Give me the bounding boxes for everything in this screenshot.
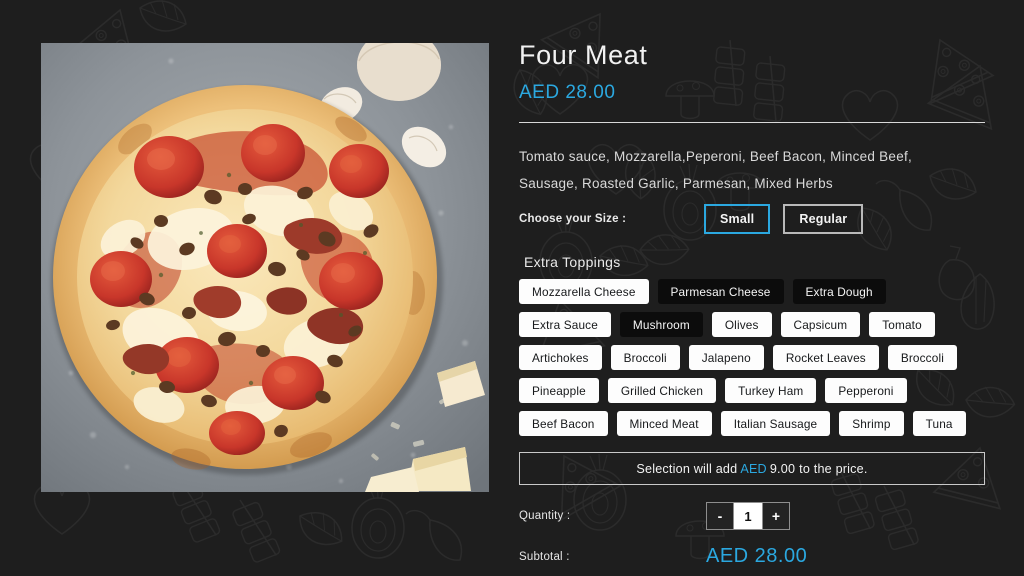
quantity-stepper[interactable]: - 1 + (706, 502, 790, 530)
selection-note-currency: AED (740, 461, 767, 476)
extra-toppings-list: Mozzarella Cheese Parmesan Cheese Extra Do… (519, 279, 985, 436)
topping-chip[interactable]: Rocket Leaves (772, 345, 879, 370)
quantity-decrement-button[interactable]: - (707, 503, 733, 529)
size-label: Choose your Size : (519, 213, 627, 225)
topping-chip[interactable]: Italian Sausage (720, 411, 831, 436)
selection-note-prefix: Selection will add (636, 461, 738, 476)
topping-chip[interactable]: Beef Bacon (519, 411, 608, 436)
topping-chip[interactable]: Tomato (869, 312, 935, 337)
subtotal-label: Subtotal : (519, 550, 570, 563)
topping-chip[interactable]: Tuna (912, 411, 966, 436)
topping-chip[interactable]: Shrimp (839, 411, 904, 436)
topping-chip[interactable]: Broccoli (610, 345, 680, 370)
page-title: Four Meat (519, 40, 648, 70)
topping-chip[interactable]: Mozzarella Cheese (519, 279, 649, 304)
topping-chip[interactable]: Pepperoni (825, 378, 907, 403)
subtotal-value: AED 28.00 (706, 545, 808, 567)
size-option-regular[interactable]: Regular (783, 204, 864, 234)
four-meat-pizza-illustration (41, 43, 489, 492)
quantity-label: Quantity : (519, 510, 571, 522)
quantity-input[interactable]: 1 (733, 503, 763, 529)
product-price: AED 28.00 (519, 82, 616, 103)
subtotal-row: Subtotal : AED 28.00 (519, 545, 986, 568)
topping-chip[interactable]: Artichokes (519, 345, 602, 370)
topping-chip[interactable]: Broccoli (887, 345, 957, 370)
topping-chip[interactable]: Extra Sauce (519, 312, 611, 337)
topping-chip[interactable]: Parmesan Cheese (657, 279, 784, 304)
topping-chip[interactable]: Jalapeno (688, 345, 764, 370)
topping-chip[interactable]: Pineapple (519, 378, 599, 403)
selection-note-suffix: to the price. (799, 461, 868, 476)
selection-note-amount: 9.00 (769, 461, 796, 476)
product-image (41, 43, 489, 492)
topping-chip[interactable]: Turkey Ham (725, 378, 817, 403)
quantity-increment-button[interactable]: + (763, 503, 789, 529)
selection-note-bar: Selection will add AED 9.00 to the price… (519, 452, 985, 485)
size-selector: Choose your Size : Small Regular (519, 203, 986, 235)
topping-chip[interactable]: Mushroom (619, 312, 703, 337)
topping-chip[interactable]: Grilled Chicken (607, 378, 717, 403)
product-description: Tomato sauce, Mozzarella,Peperoni, Beef … (519, 149, 912, 191)
topping-chip[interactable]: Extra Dough (792, 279, 886, 304)
product-detail-panel: Four Meat AED 28.00 Tomato sauce, Mozzar… (519, 38, 986, 568)
size-option-small[interactable]: Small (704, 204, 771, 234)
topping-chip[interactable]: Minced Meat (616, 411, 712, 436)
extra-toppings-heading: Extra Toppings (524, 254, 621, 270)
topping-chip[interactable]: Olives (711, 312, 772, 337)
topping-chip[interactable]: Capsicum (780, 312, 861, 337)
title-divider (519, 122, 985, 123)
quantity-row: Quantity : - 1 + (519, 501, 986, 531)
